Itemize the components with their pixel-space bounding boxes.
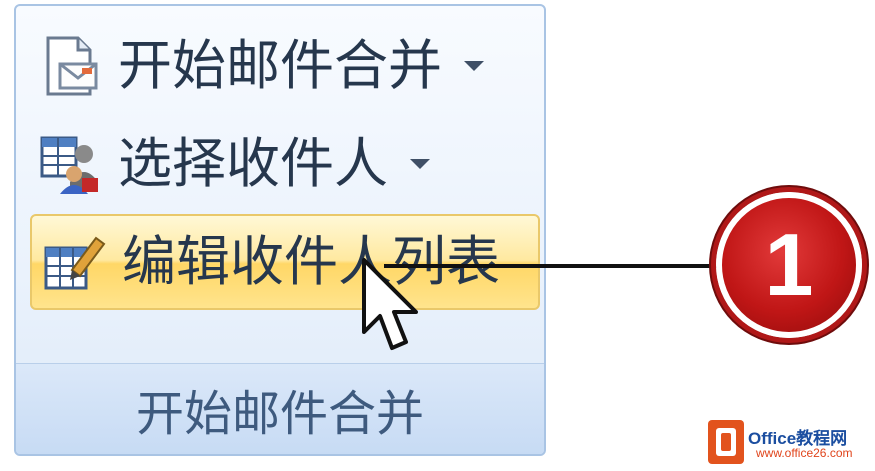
select-recipients-button[interactable]: 选择收件人	[38, 132, 430, 196]
edit-recipient-list-button[interactable]: 编辑收件人列表	[30, 214, 540, 310]
group-label: 开始邮件合并	[16, 363, 544, 454]
edit-recipient-list-icon	[44, 236, 106, 290]
edit-recipient-list-label: 编辑收件人列表	[122, 230, 500, 293]
chevron-down-icon[interactable]	[464, 61, 484, 71]
chevron-down-icon[interactable]	[410, 159, 430, 169]
start-mail-merge-label: 开始邮件合并	[118, 34, 442, 97]
start-mail-merge-button[interactable]: 开始邮件合并	[38, 34, 484, 98]
mail-merge-document-icon	[46, 36, 98, 96]
mail-merge-ribbon-group: 开始邮件合并 选择收件人 编辑收件人列表 开始邮件合并	[14, 4, 546, 456]
watermark-url: www.office26.com	[756, 446, 853, 460]
select-recipients-label: 选择收件人	[118, 132, 388, 195]
select-recipients-icon	[40, 136, 98, 194]
callout-badge: 1	[716, 192, 862, 338]
callout-line	[384, 264, 724, 268]
mouse-cursor-icon	[362, 258, 418, 350]
